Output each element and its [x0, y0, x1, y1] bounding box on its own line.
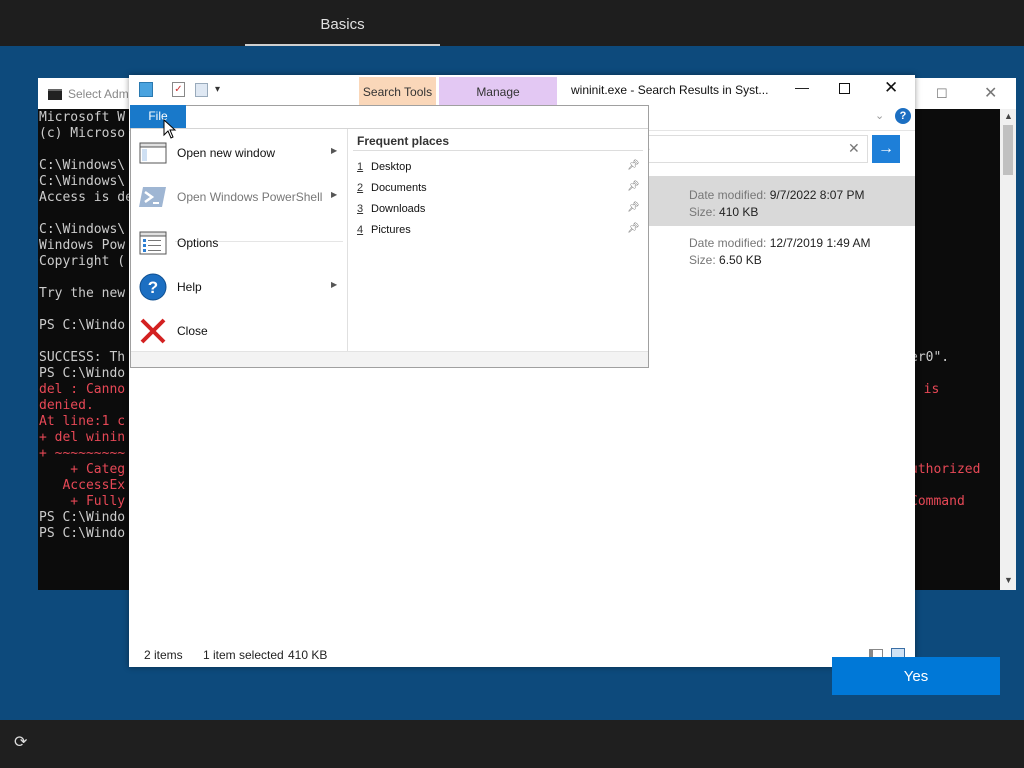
console-line: PS C:\Windo — [39, 526, 126, 541]
folder-icon[interactable] — [139, 82, 153, 97]
minimize-icon[interactable]: — — [795, 79, 809, 95]
console-line: Windows Pow — [39, 238, 126, 253]
maximize-icon[interactable] — [839, 83, 850, 94]
console-line: C:\Windows\ — [39, 158, 126, 173]
frequent-place-documents[interactable]: 2 Documents 📌︎ — [357, 179, 643, 199]
search-tools-tab[interactable]: Search Tools — [359, 77, 436, 105]
status-size: 410 KB — [288, 648, 328, 662]
submenu-arrow-icon: ▶ — [331, 146, 338, 155]
status-bar: 2 items 1 item selected 410 KB — [129, 643, 915, 667]
close-icon — [140, 318, 166, 344]
manage-tab[interactable]: Manage — [439, 77, 557, 105]
options-icon — [139, 231, 167, 255]
menu-item-label: Open Windows PowerShell — [177, 190, 323, 204]
console-line-fragment: er0". — [910, 350, 950, 365]
console-line: AccessEx — [39, 478, 126, 493]
console-line: C:\Windows\ — [39, 222, 126, 237]
scroll-up-icon[interactable]: ▲ — [1004, 111, 1013, 121]
console-line: Try the new — [39, 286, 126, 301]
submenu-arrow-icon: ▶ — [331, 190, 338, 199]
quick-access-dropdown-icon[interactable]: ▾ — [215, 84, 220, 95]
close-icon[interactable]: ✕ — [984, 83, 997, 103]
window-icon — [139, 142, 167, 164]
console-line: del : Canno — [39, 382, 126, 397]
accessibility-icon[interactable]: ⟳ — [14, 734, 32, 752]
powershell-icon — [139, 187, 166, 207]
pin-icon[interactable]: 📌︎ — [627, 181, 640, 192]
result-size: Size: 410 KB — [689, 205, 759, 219]
console-line: SUCCESS: Th — [39, 350, 126, 365]
console-line: + del winin — [39, 430, 126, 445]
console-line-fragment: uthorized — [910, 462, 981, 477]
setup-bottom-bar: ⟳ — [0, 720, 1024, 768]
properties-icon[interactable]: ✓ — [172, 82, 185, 97]
pin-icon[interactable]: 📌︎ — [627, 202, 640, 213]
console-line: + ~~~~~~~~~ — [39, 446, 126, 461]
console-line: + Categ — [39, 462, 126, 477]
menu-item-open-powershell[interactable]: Open Windows PowerShell ▶ — [131, 177, 347, 217]
console-line: Microsoft W — [39, 110, 126, 125]
search-input[interactable]: e ✕ — [634, 135, 868, 163]
tab-basics[interactable]: Basics — [245, 0, 440, 46]
status-selection: 1 item selected — [203, 648, 284, 662]
scroll-thumb[interactable] — [1003, 125, 1013, 175]
file-tab[interactable]: File — [130, 105, 186, 128]
help-icon[interactable]: ? — [895, 108, 911, 124]
file-menu-commands: Open new window ▶ Open Windows PowerShel… — [131, 129, 348, 351]
result-size: Size: 6.50 KB — [689, 253, 762, 267]
console-line: Copyright ( — [39, 254, 126, 269]
status-item-count: 2 items — [144, 648, 183, 662]
frequent-place-desktop[interactable]: 1 Desktop 📌︎ — [357, 158, 643, 178]
console-scrollbar[interactable]: ▲ ▼ — [1000, 109, 1016, 590]
console-line: denied. — [39, 398, 94, 413]
clear-search-icon[interactable]: ✕ — [848, 140, 860, 157]
console-line: At line:1 c — [39, 414, 126, 429]
new-folder-icon[interactable] — [195, 83, 208, 97]
file-menu-bar — [131, 106, 648, 129]
pin-icon[interactable]: 📌︎ — [627, 160, 640, 171]
console-line-fragment: Command — [910, 494, 965, 509]
expand-ribbon-icon[interactable]: ⌄ — [875, 109, 884, 122]
frequent-places-title: Frequent places — [357, 134, 450, 148]
maximize-icon[interactable]: ☐ — [936, 86, 948, 102]
file-menu-footer — [131, 351, 648, 367]
setup-top-bar: Basics — [0, 0, 1024, 46]
console-line: C:\Windows\ — [39, 174, 126, 189]
console-icon — [48, 89, 62, 100]
menu-item-label: Open new window — [177, 146, 276, 160]
svg-text:?: ? — [148, 278, 158, 297]
file-menu: Open new window ▶ Open Windows PowerShel… — [130, 105, 649, 368]
console-line: Access is de — [39, 190, 133, 205]
search-go-button[interactable]: → — [872, 135, 900, 163]
mouse-cursor-icon — [163, 119, 177, 139]
result-date: Date modified: 9/7/2022 8:07 PM — [689, 188, 865, 202]
menu-item-open-new-window[interactable]: Open new window ▶ — [131, 133, 347, 173]
scroll-down-icon[interactable]: ▼ — [1004, 575, 1013, 585]
console-line: PS C:\Windo — [39, 366, 126, 381]
frequent-places-divider — [353, 150, 643, 151]
close-icon[interactable]: ✕ — [884, 78, 898, 98]
menu-item-label: Options — [177, 236, 219, 250]
console-title: Select Adm — [68, 87, 129, 101]
submenu-arrow-icon: ▶ — [331, 280, 338, 289]
menu-item-label: Help — [177, 280, 202, 294]
console-line: PS C:\Windo — [39, 510, 126, 525]
yes-button[interactable]: Yes — [832, 657, 1000, 695]
result-date: Date modified: 12/7/2019 1:49 AM — [689, 236, 871, 250]
menu-item-help[interactable]: ? Help ▶ — [131, 267, 347, 307]
help-icon: ? — [139, 273, 167, 301]
pin-icon[interactable]: 📌︎ — [627, 223, 640, 234]
console-line: + Fully — [39, 494, 126, 509]
menu-item-label: Close — [177, 324, 208, 338]
menu-item-options[interactable]: Options — [131, 223, 347, 263]
window-title: wininit.exe - Search Results in Syst... — [571, 83, 769, 97]
console-line: PS C:\Windo — [39, 318, 126, 333]
explorer-titlebar[interactable]: ✓ ▾ Search Tools Manage wininit.exe - Se… — [129, 75, 915, 105]
console-line: (c) Microso — [39, 126, 126, 141]
menu-item-close[interactable]: Close — [131, 311, 347, 351]
frequent-place-pictures[interactable]: 4 Pictures 📌︎ — [357, 221, 643, 241]
frequent-place-downloads[interactable]: 3 Downloads 📌︎ — [357, 200, 643, 220]
